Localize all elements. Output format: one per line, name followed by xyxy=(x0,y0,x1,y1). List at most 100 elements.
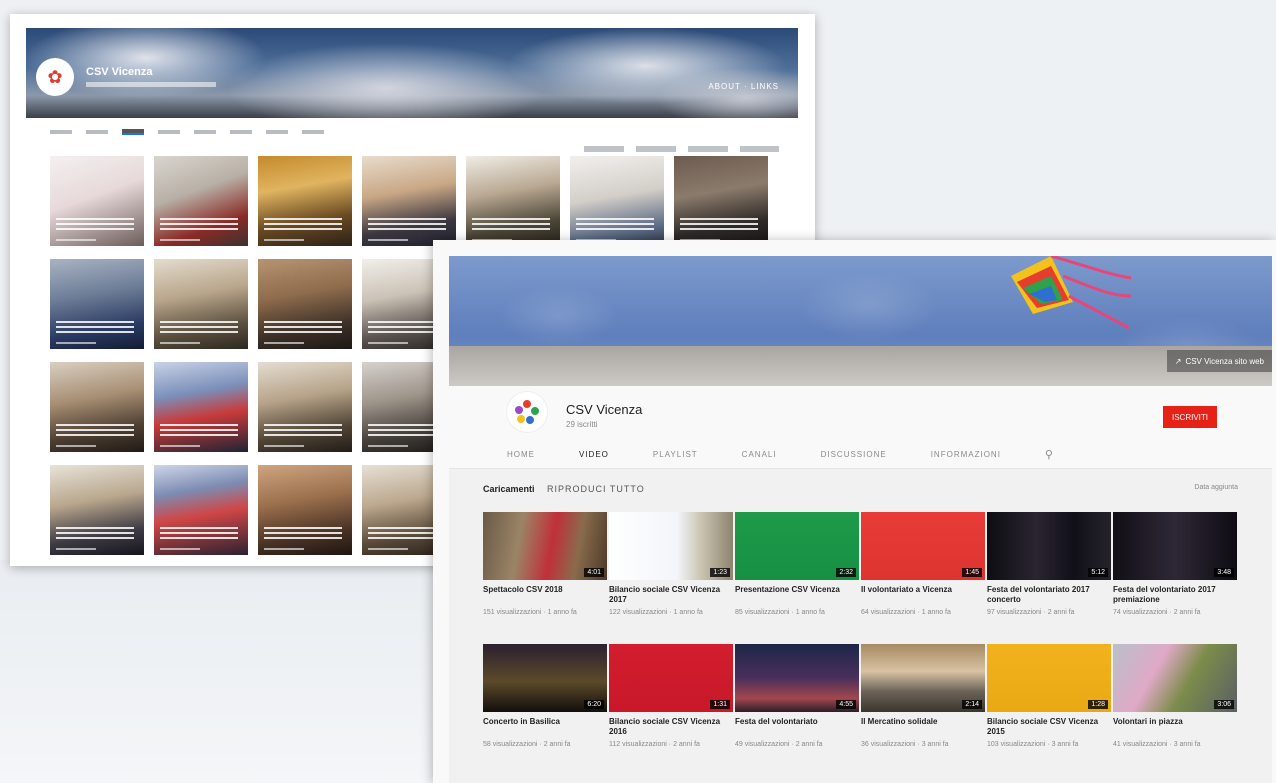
video-duration: 1:28 xyxy=(1088,700,1108,709)
video-duration: 4:01 xyxy=(584,568,604,577)
photo-tile[interactable] xyxy=(362,156,456,246)
video-thumbnail[interactable]: 1:28 xyxy=(987,644,1111,712)
video-card[interactable]: 4:55 Festa del volontariato 49 visualizzaz… xyxy=(735,644,859,764)
photo-tile[interactable] xyxy=(50,465,144,555)
video-title[interactable]: Il Mercatino solidale xyxy=(861,717,985,737)
search-icon[interactable]: ⚲ xyxy=(1045,448,1053,461)
video-thumbnail[interactable]: 5:12 xyxy=(987,512,1111,580)
video-card[interactable]: 6:20 Concerto in Basilica 58 visualizzazio… xyxy=(483,644,607,764)
video-card[interactable]: 5:12 Festa del volontariato 2017 concerto… xyxy=(987,512,1111,640)
video-duration: 1:23 xyxy=(710,568,730,577)
video-title[interactable]: Spettacolo CSV 2018 xyxy=(483,585,607,605)
photo-tile[interactable] xyxy=(154,156,248,246)
uploads-header: Caricamenti RIPRODUCI TUTTO xyxy=(483,484,645,494)
channel-name: CSV Vicenza xyxy=(566,402,643,417)
nav-item[interactable] xyxy=(86,130,108,134)
nav-item[interactable] xyxy=(302,130,324,134)
tab-video[interactable]: VIDEO xyxy=(579,450,609,459)
photo-meta-line xyxy=(368,342,408,344)
video-duration: 6:20 xyxy=(584,700,604,709)
subscribe-button[interactable]: ISCRIVITI xyxy=(1163,406,1217,428)
video-title[interactable]: Il volontariato a Vicenza xyxy=(861,585,985,605)
video-card[interactable]: 1:23 Bilancio sociale CSV Vicenza 2017 122… xyxy=(609,512,733,640)
nav-item[interactable] xyxy=(266,130,288,134)
photo-tile[interactable] xyxy=(50,362,144,452)
video-title[interactable]: Bilancio sociale CSV Vicenza 2016 xyxy=(609,717,733,737)
video-thumbnail[interactable]: 4:01 xyxy=(483,512,607,580)
video-card[interactable]: 1:31 Bilancio sociale CSV Vicenza 2016 112… xyxy=(609,644,733,764)
video-thumbnail[interactable]: 6:20 xyxy=(483,644,607,712)
video-duration: 3:48 xyxy=(1214,568,1234,577)
photo-tile[interactable] xyxy=(154,259,248,349)
channel-window: ↗ CSV Vicenza sito web CSV Vicenza 29 is… xyxy=(433,240,1276,783)
photo-tile[interactable] xyxy=(50,259,144,349)
video-title[interactable]: Festa del volontariato xyxy=(735,717,859,737)
tab-informazioni[interactable]: INFORMAZIONI xyxy=(931,450,1001,459)
video-title[interactable]: Concerto in Basilica xyxy=(483,717,607,737)
video-meta: 64 visualizzazioni · 1 anno fa xyxy=(861,609,951,616)
photo-tile[interactable] xyxy=(154,465,248,555)
photo-caption-lines xyxy=(56,424,134,438)
photo-tile[interactable] xyxy=(154,362,248,452)
photo-tile[interactable] xyxy=(258,156,352,246)
video-thumbnail[interactable]: 1:31 xyxy=(609,644,733,712)
video-meta: 103 visualizzazioni · 3 anni fa xyxy=(987,741,1079,748)
photo-meta-line xyxy=(264,239,304,241)
nav-item[interactable] xyxy=(230,130,252,134)
video-meta: 49 visualizzazioni · 2 anni fa xyxy=(735,741,823,748)
nav-item-active[interactable] xyxy=(122,129,144,135)
nav-item[interactable] xyxy=(158,130,180,134)
video-title[interactable]: Presentazione CSV Vicenza xyxy=(735,585,859,605)
video-duration: 1:45 xyxy=(962,568,982,577)
video-title[interactable]: Bilancio sociale CSV Vicenza 2017 xyxy=(609,585,733,605)
nav-item[interactable] xyxy=(194,130,216,134)
video-card[interactable]: 3:48 Festa del volontariato 2017 premiazi… xyxy=(1113,512,1237,640)
photo-tile[interactable] xyxy=(674,156,768,246)
channel-logo-icon[interactable]: ✿ xyxy=(36,58,74,96)
banner-links[interactable]: ABOUT · LINKS xyxy=(708,82,779,91)
video-meta: 85 visualizzazioni · 1 anno fa xyxy=(735,609,825,616)
video-thumbnail[interactable]: 2:32 xyxy=(735,512,859,580)
video-thumbnail[interactable]: 1:23 xyxy=(609,512,733,580)
video-title[interactable]: Bilancio sociale CSV Vicenza 2015 xyxy=(987,717,1111,737)
tab-playlist[interactable]: PLAYLIST xyxy=(653,450,698,459)
photo-tile[interactable] xyxy=(258,259,352,349)
photo-tile[interactable] xyxy=(258,362,352,452)
video-thumbnail[interactable]: 3:06 xyxy=(1113,644,1237,712)
video-title[interactable]: Festa del volontariato 2017 premiazione xyxy=(1113,585,1237,605)
photo-tile[interactable] xyxy=(466,156,560,246)
video-thumbnail[interactable]: 4:55 xyxy=(735,644,859,712)
tab-discussione[interactable]: DISCUSSIONE xyxy=(821,450,887,459)
photo-meta-line xyxy=(56,342,96,344)
video-thumbnail[interactable]: 2:14 xyxy=(861,644,985,712)
gallery-nav xyxy=(26,122,798,142)
video-card[interactable]: 3:06 Volontari in piazza 41 visualizzazion… xyxy=(1113,644,1237,764)
video-card[interactable]: 4:01 Spettacolo CSV 2018 151 visualizzazio… xyxy=(483,512,607,640)
video-duration: 4:55 xyxy=(836,700,856,709)
video-card[interactable]: 2:14 Il Mercatino solidale 36 visualizzazi… xyxy=(861,644,985,764)
tab-canali[interactable]: CANALI xyxy=(742,450,777,459)
video-duration: 1:31 xyxy=(710,700,730,709)
tab-home[interactable]: HOME xyxy=(507,450,535,459)
channel-avatar[interactable] xyxy=(507,392,547,432)
background-shade xyxy=(0,560,460,783)
video-card[interactable]: 1:28 Bilancio sociale CSV Vicenza 2015 103… xyxy=(987,644,1111,764)
photo-tile[interactable] xyxy=(50,156,144,246)
sort-options[interactable] xyxy=(584,146,779,152)
photo-tile[interactable] xyxy=(570,156,664,246)
banner-website-link[interactable]: ↗ CSV Vicenza sito web xyxy=(1166,350,1272,372)
video-title[interactable]: Festa del volontariato 2017 concerto xyxy=(987,585,1111,605)
photo-meta-line xyxy=(160,548,200,550)
video-card[interactable]: 1:45 Il volontariato a Vicenza 64 visualiz… xyxy=(861,512,985,640)
video-thumbnail[interactable]: 1:45 xyxy=(861,512,985,580)
photo-tile[interactable] xyxy=(258,465,352,555)
video-card[interactable]: 2:32 Presentazione CSV Vicenza 85 visualiz… xyxy=(735,512,859,640)
sort-by-date[interactable]: Data aggiunta xyxy=(1194,484,1238,491)
video-meta: 112 visualizzazioni · 2 anni fa xyxy=(609,741,700,748)
banner-link-label: CSV Vicenza sito web xyxy=(1185,356,1264,366)
nav-item[interactable] xyxy=(50,130,72,134)
video-duration: 2:14 xyxy=(962,700,982,709)
play-all-link[interactable]: RIPRODUCI TUTTO xyxy=(547,484,645,494)
video-title[interactable]: Volontari in piazza xyxy=(1113,717,1237,737)
video-thumbnail[interactable]: 3:48 xyxy=(1113,512,1237,580)
